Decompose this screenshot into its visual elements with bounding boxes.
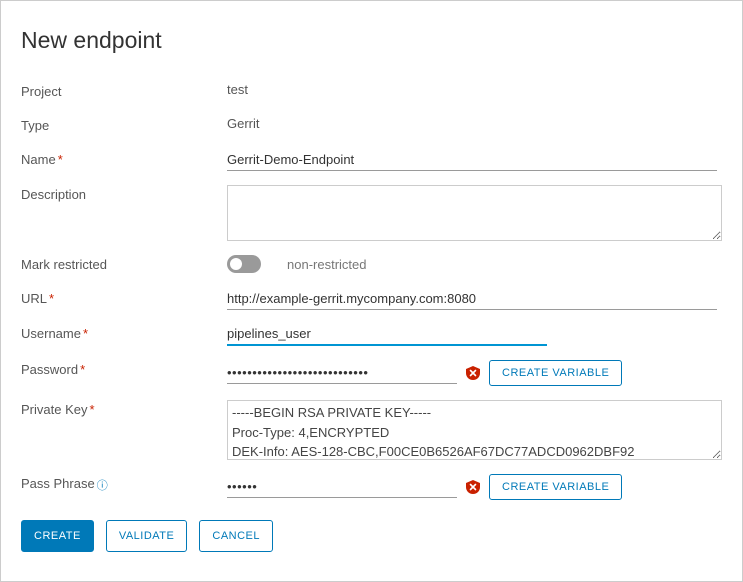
required-icon: * <box>49 291 54 306</box>
name-label: Name* <box>21 150 227 167</box>
description-field[interactable] <box>227 185 722 241</box>
error-icon <box>465 479 481 495</box>
page-title: New endpoint <box>21 27 722 54</box>
create-button[interactable]: CREATE <box>21 520 94 552</box>
cancel-button[interactable]: CANCEL <box>199 520 273 552</box>
type-label: Type <box>21 116 227 133</box>
private-key-label: Private Key* <box>21 400 227 417</box>
footer-actions: CREATE VALIDATE CANCEL <box>21 520 722 552</box>
mark-restricted-label: Mark restricted <box>21 255 227 272</box>
required-icon: * <box>80 362 85 377</box>
description-label: Description <box>21 185 227 202</box>
pass-phrase-label: Pass Phraseⓘ <box>21 474 227 493</box>
required-icon: * <box>83 326 88 341</box>
new-endpoint-dialog: New endpoint Project test Type Gerrit Na… <box>0 0 743 582</box>
required-icon: * <box>89 402 94 417</box>
username-field[interactable] <box>227 324 547 346</box>
password-field[interactable] <box>227 363 457 384</box>
password-label: Password* <box>21 360 227 377</box>
type-value: Gerrit <box>227 116 722 131</box>
name-field[interactable] <box>227 150 717 171</box>
restricted-toggle[interactable] <box>227 255 261 273</box>
validate-button[interactable]: VALIDATE <box>106 520 188 552</box>
pass-phrase-field[interactable] <box>227 477 457 498</box>
url-label: URL* <box>21 289 227 306</box>
restricted-state-label: non-restricted <box>287 257 366 272</box>
info-icon[interactable]: ⓘ <box>97 480 108 492</box>
url-field[interactable] <box>227 289 717 310</box>
username-label: Username* <box>21 324 227 341</box>
required-icon: * <box>58 152 63 167</box>
project-label: Project <box>21 82 227 99</box>
create-variable-button[interactable]: CREATE VARIABLE <box>489 360 622 386</box>
create-variable-button[interactable]: CREATE VARIABLE <box>489 474 622 500</box>
error-icon <box>465 365 481 381</box>
private-key-field[interactable] <box>227 400 722 460</box>
project-value: test <box>227 82 722 97</box>
